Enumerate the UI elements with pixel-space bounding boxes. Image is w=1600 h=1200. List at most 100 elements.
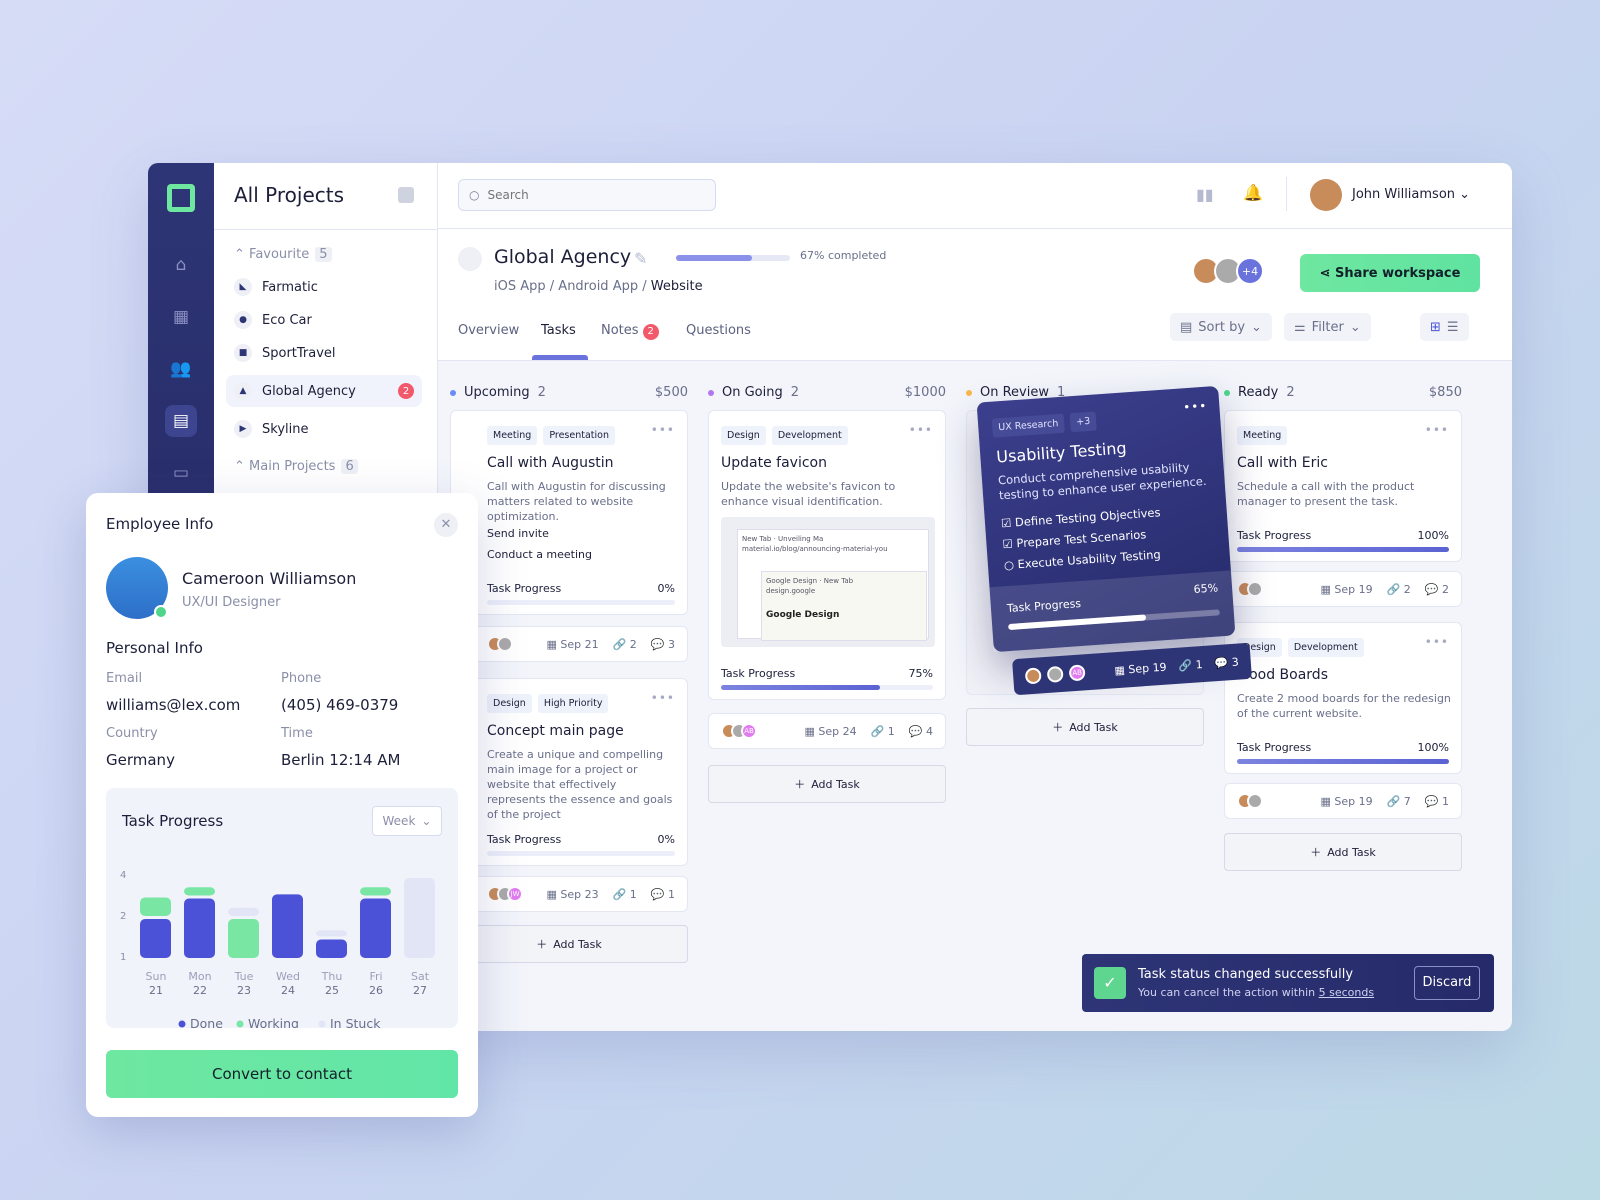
chevron-down-icon: ⌄	[421, 814, 432, 828]
task-card[interactable]: Design High Priority ••• Concept main pag…	[450, 678, 688, 866]
project-farmatic[interactable]: ◣ Farmatic	[226, 271, 422, 303]
divider	[214, 229, 438, 230]
more-icon[interactable]: •••	[1183, 399, 1208, 415]
bar-in-stuck	[228, 907, 259, 916]
bar-in-stuck	[404, 878, 435, 958]
add-task-button[interactable]: ＋ Add Task	[1224, 833, 1462, 871]
tag: Design	[721, 426, 766, 445]
online-status	[154, 605, 168, 619]
phone-label: Phone	[281, 671, 322, 686]
share-icon: ⋖	[1319, 265, 1335, 281]
y-tick-label: 2	[120, 911, 126, 922]
breadcrumb-android[interactable]: Android App	[558, 279, 638, 294]
project-global-agency[interactable]: ▲ Global Agency 2	[226, 375, 422, 407]
grid-view-icon[interactable]: ⊞	[1430, 320, 1441, 335]
project-sporttravel[interactable]: ■ SportTravel	[226, 337, 422, 369]
card-description: Schedule a call with the product manager…	[1237, 480, 1415, 508]
card-title: Call with Eric	[1237, 455, 1328, 471]
breadcrumb-ios[interactable]: iOS App	[494, 279, 546, 294]
project-eco-car[interactable]: ● Eco Car	[226, 304, 422, 336]
phone-value[interactable]: (405) 469-0379	[281, 696, 398, 714]
project-skyline[interactable]: ▶ Skyline	[226, 413, 422, 445]
user-avatar[interactable]	[1310, 179, 1342, 211]
discard-button[interactable]: Discard	[1414, 966, 1480, 1000]
add-task-button[interactable]: ＋ Add Task	[450, 925, 688, 963]
progress-row: Task Progress 0%	[487, 833, 675, 846]
x-tick-date: 25	[325, 984, 339, 997]
plus-icon: ＋	[536, 938, 548, 951]
card-footer: JW ▦ Sep 23 🔗 1 💬 1	[450, 876, 688, 912]
tag: Development	[1287, 638, 1364, 657]
member-avatars[interactable]: +4	[1192, 257, 1264, 285]
tab-overview[interactable]: Overview	[458, 323, 519, 338]
email-value[interactable]: williams@lex.com	[106, 696, 240, 714]
tab-tasks[interactable]: Tasks	[541, 323, 576, 338]
home-icon[interactable]: ⌂	[165, 249, 197, 281]
progress-row: Task Progress 100%	[1237, 741, 1449, 754]
assignee-avatars[interactable]	[1237, 581, 1263, 597]
users-icon[interactable]: 👥	[165, 353, 197, 385]
more-icon[interactable]: •••	[1425, 423, 1449, 437]
task-card[interactable]: Design Development ••• Mood Boards Create…	[1224, 622, 1462, 774]
share-workspace-button[interactable]: ⋖ Share workspace	[1300, 254, 1480, 292]
checklist: ☑ Define Testing Objectives ☑ Prepare Te…	[1000, 502, 1164, 576]
breadcrumb-website[interactable]: Website	[651, 279, 703, 294]
archive-icon[interactable]: ▭	[165, 457, 197, 489]
add-task-button[interactable]: ＋ Add Task	[708, 765, 946, 803]
task-card[interactable]: Meeting Presentation ••• Call with August…	[450, 410, 688, 615]
more-icon[interactable]: •••	[909, 423, 933, 437]
add-task-button[interactable]: ＋ Add Task	[966, 708, 1204, 746]
x-tick-label: Wed	[276, 970, 300, 983]
view-toggle[interactable]: ⊞ ☰	[1420, 313, 1469, 341]
search-box[interactable]: ○	[458, 179, 716, 211]
comments-count: 💬 3	[1214, 655, 1240, 670]
close-icon[interactable]: ✕	[434, 513, 458, 537]
user-menu[interactable]: John Williamson ⌄	[1352, 187, 1470, 202]
time-value: Berlin 12:14 AM	[281, 751, 401, 769]
personal-info-heading: Personal Info	[106, 639, 203, 657]
assignee-avatars[interactable]: AB	[721, 723, 757, 739]
divider	[1286, 177, 1287, 211]
x-tick-label: Sun	[146, 970, 167, 983]
period-select[interactable]: Week ⌄	[372, 806, 442, 836]
checklist-item[interactable]: Send invite	[487, 523, 592, 544]
legend-marker	[178, 1020, 186, 1028]
list-view-icon[interactable]: ☰	[1447, 320, 1459, 335]
more-icon[interactable]: •••	[1425, 635, 1449, 649]
search-input[interactable]	[487, 185, 688, 205]
bell-icon[interactable]: 🔔	[1243, 183, 1263, 202]
edit-icon[interactable]: ✎	[634, 249, 647, 268]
link-icon: 🔗	[870, 724, 885, 738]
favourite-section[interactable]: ⌃ Favourite 5	[234, 247, 332, 262]
clipboard-icon[interactable]: ▤	[165, 405, 197, 437]
task-card[interactable]: Meeting ••• Call with Eric Schedule a ca…	[1224, 410, 1462, 562]
task-card-dragging[interactable]: UX Research +3 ••• Usability Testing Cond…	[976, 385, 1236, 653]
assignee-avatars[interactable]	[487, 636, 513, 652]
card-tags: Meeting	[1237, 423, 1293, 445]
chart-icon[interactable]: ▮▮	[1196, 185, 1214, 204]
card-description: Conduct comprehensive usability testing …	[997, 460, 1207, 503]
tag: Meeting	[487, 426, 538, 445]
checklist-item[interactable]: Conduct a meeting	[487, 544, 592, 565]
x-tick-label: Fri	[369, 970, 382, 983]
progress-value: 65%	[1193, 581, 1219, 597]
toast-title: Task status changed successfully	[1138, 967, 1354, 982]
sort-by-button[interactable]: ▤ Sort by ⌄	[1170, 313, 1272, 341]
tab-questions[interactable]: Questions	[686, 323, 751, 338]
assignee-avatars[interactable]: JW	[487, 886, 523, 902]
card-description: Create a unique and compelling main imag…	[487, 748, 673, 821]
assignee-avatars[interactable]	[1237, 793, 1263, 809]
more-icon[interactable]: •••	[651, 691, 675, 705]
calendar-icon[interactable]: ▦	[165, 301, 197, 333]
tab-notes[interactable]: Notes 2	[601, 323, 659, 340]
comments-count: 💬 4	[908, 724, 933, 738]
countdown-link[interactable]: 5 seconds	[1319, 986, 1374, 999]
filter-button[interactable]: ⚌ Filter ⌄	[1284, 313, 1371, 341]
main-projects-section[interactable]: ⌃ Main Projects 6	[234, 459, 358, 474]
more-icon[interactable]: •••	[651, 423, 675, 437]
calendar-icon: ▦	[546, 887, 557, 901]
convert-to-contact-button[interactable]: Convert to contact	[106, 1050, 458, 1098]
filter-icon[interactable]	[398, 187, 414, 203]
link-icon: 🔗	[1386, 794, 1401, 808]
task-card[interactable]: Design Development ••• Update favicon Upd…	[708, 410, 946, 700]
